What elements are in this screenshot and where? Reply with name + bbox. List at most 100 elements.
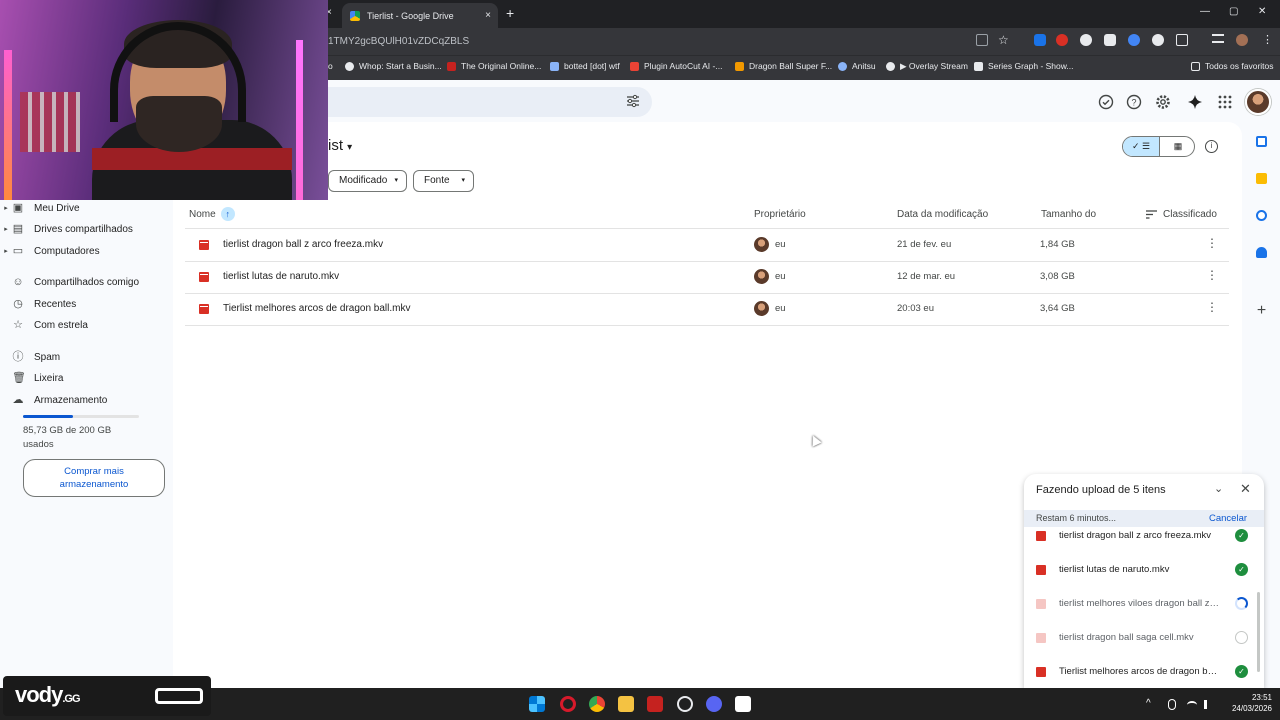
tab-close-button[interactable]: × [485, 10, 491, 21]
upload-list-scrollbar[interactable] [1257, 592, 1260, 672]
extension-icon[interactable] [1056, 34, 1068, 46]
search-options-icon[interactable] [626, 94, 640, 108]
contacts-icon[interactable] [1256, 247, 1267, 258]
sidebar-item-spam[interactable]: ⓘ Spam [0, 347, 61, 367]
tasks-icon[interactable] [1256, 210, 1267, 221]
close-icon[interactable]: ✕ [1240, 481, 1251, 497]
upload-list-item[interactable]: tierlist dragon ball saga cell.mkv [1024, 621, 1264, 655]
storage-usage-fill [23, 415, 73, 418]
file-name[interactable]: Tierlist melhores arcos de dragon ball.m… [223, 303, 410, 314]
folder-title[interactable]: ist ▾ [328, 137, 352, 154]
offline-ready-icon[interactable] [1098, 94, 1114, 110]
table-row[interactable]: tierlist dragon ball z arco freeza.mkv e… [185, 229, 1229, 261]
table-row[interactable]: Tierlist melhores arcos de dragon ball.m… [185, 293, 1229, 325]
all-favorites-folder[interactable]: Todos os favoritos [1191, 61, 1274, 71]
microphone-icon[interactable] [1168, 699, 1176, 710]
details-info-icon[interactable]: i [1205, 140, 1218, 153]
app-icon[interactable] [647, 696, 663, 712]
taskbar-clock[interactable]: 23:51 24/03/2026 [1226, 692, 1272, 714]
column-header-name[interactable]: Nome ↑ [189, 204, 235, 224]
bookmark-whop[interactable]: Whop: Start a Busin... [345, 61, 442, 71]
new-tab-button[interactable]: + [506, 5, 514, 21]
buy-storage-button[interactable]: Comprar mais armazenamento [23, 459, 165, 497]
table-row[interactable]: tierlist lutas de naruto.mkv eu 12 de ma… [185, 261, 1229, 293]
install-app-icon[interactable] [976, 34, 988, 46]
sidebar-item-recent[interactable]: ◷ Recentes [0, 294, 76, 314]
folder-menu-chevron-down-icon[interactable]: ▾ [347, 142, 352, 153]
settings-gear-icon[interactable] [1155, 94, 1171, 110]
filter-modified-chip[interactable]: Modificado ▾ [328, 170, 407, 192]
collapse-chevron-down-icon[interactable]: ⌄ [1214, 482, 1223, 495]
discord-icon[interactable] [706, 696, 722, 712]
filter-source-chip[interactable]: Fonte ▾ [413, 170, 474, 192]
tray-overflow-chevron-icon[interactable]: ^ [1146, 698, 1151, 709]
extension-icon[interactable] [1080, 34, 1092, 46]
upload-list-item[interactable]: tierlist lutas de naruto.mkv ✓ [1024, 553, 1264, 587]
more-actions-icon[interactable]: ⋮ [1206, 268, 1218, 282]
bookmark-autocut[interactable]: Plugin AutoCut AI -... [630, 61, 722, 71]
gemini-sparkle-icon[interactable] [1187, 94, 1203, 110]
sidebar-item-my-drive[interactable]: ▸ ▣ Meu Drive [0, 198, 79, 218]
column-header-modified[interactable]: Data da modificação [897, 204, 988, 224]
sidebar-item-storage[interactable]: ☁ Armazenamento [0, 390, 108, 410]
address-bar[interactable]: 1TMY2gcBQUlH01vZDCqZBLS [320, 31, 1020, 52]
app-icon[interactable] [677, 696, 693, 712]
expand-caret-icon[interactable]: ▸ [0, 225, 12, 233]
restore-button[interactable]: ▢ [1229, 6, 1238, 17]
bookmark-anitsu[interactable]: Anitsu [838, 61, 876, 71]
sort-options-button[interactable]: Classificado [1146, 204, 1217, 224]
upload-list-item[interactable]: tierlist dragon ball z arco freeza.mkv ✓ [1024, 519, 1264, 553]
file-name[interactable]: tierlist lutas de naruto.mkv [223, 271, 339, 282]
profile-avatar[interactable] [1236, 34, 1248, 46]
opera-browser-icon[interactable] [560, 696, 576, 712]
wifi-icon[interactable] [1187, 701, 1197, 709]
sidebar-item-shared-with-me[interactable]: ☺ Compartilhados comigo [0, 272, 139, 292]
sidebar-item-shared-drives[interactable]: ▸ ▤ Drives compartilhados [0, 219, 133, 239]
more-actions-icon[interactable]: ⋮ [1206, 300, 1218, 314]
help-icon[interactable]: ? [1126, 94, 1142, 110]
sort-ascending-arrow-icon[interactable]: ↑ [220, 207, 235, 221]
list-view-button[interactable]: ✓ ☰ [1123, 137, 1160, 156]
bookmark-original-online[interactable]: The Original Online... [447, 61, 541, 71]
add-addon-plus-icon[interactable]: + [1256, 303, 1267, 319]
expand-caret-icon[interactable]: ▸ [0, 247, 12, 255]
bookmark-series-graph[interactable]: Series Graph - Show... [974, 61, 1074, 71]
upload-complete-check-icon: ✓ [1235, 563, 1248, 576]
extension-icon[interactable] [1104, 34, 1116, 46]
more-actions-icon[interactable]: ⋮ [1206, 236, 1218, 250]
keep-notes-icon[interactable] [1256, 173, 1267, 184]
extension-icon[interactable] [1034, 34, 1046, 46]
bookmark-item[interactable]: o [328, 61, 333, 71]
extension-icon[interactable] [1128, 34, 1140, 46]
capcut-icon[interactable] [735, 696, 751, 712]
column-header-owner[interactable]: Proprietário [754, 204, 806, 224]
extensions-puzzle-icon[interactable] [1176, 34, 1188, 46]
calendar-icon[interactable] [1256, 136, 1267, 147]
windows-start-icon[interactable] [529, 696, 545, 712]
sidebar-item-computers[interactable]: ▸ ▭ Computadores [0, 241, 99, 261]
sidebar-item-trash[interactable]: 🗑 Lixeira [0, 368, 63, 388]
reading-list-icon[interactable] [1212, 34, 1224, 43]
upload-list-item[interactable]: Tierlist melhores arcos de dragon ball.m… [1024, 655, 1264, 688]
bookmark-dragon-ball[interactable]: Dragon Ball Super F... [735, 61, 832, 71]
bookmark-botted[interactable]: botted [dot] wtf [550, 61, 620, 71]
apps-grid-icon[interactable] [1217, 94, 1233, 110]
sidebar-item-starred[interactable]: ☆ Com estrela [0, 315, 88, 335]
bookmark-star-icon[interactable]: ☆ [998, 34, 1010, 46]
browser-menu-icon[interactable]: ⋮ [1262, 34, 1274, 46]
column-header-size[interactable]: Tamanho do [1041, 204, 1096, 224]
close-window-button[interactable]: ✕ [1258, 6, 1266, 17]
file-explorer-icon[interactable] [618, 696, 634, 712]
volume-icon[interactable] [1204, 700, 1213, 709]
bookmark-overlay-stream[interactable]: ▶ Overlay Stream [886, 61, 968, 72]
tab-google-drive[interactable]: Tierlist - Google Drive × [342, 3, 498, 28]
file-name[interactable]: tierlist dragon ball z arco freeza.mkv [223, 239, 383, 250]
upload-list-item[interactable]: tierlist melhores viloes dragon ball z.m… [1024, 587, 1264, 621]
extension-icon[interactable] [1152, 34, 1164, 46]
drive-search-input[interactable] [320, 87, 652, 117]
chrome-browser-icon[interactable] [589, 696, 605, 712]
expand-caret-icon[interactable]: ▸ [0, 204, 12, 212]
account-avatar[interactable] [1245, 89, 1271, 115]
minimize-button[interactable]: — [1200, 6, 1210, 17]
grid-view-button[interactable]: ▦ [1160, 137, 1194, 156]
